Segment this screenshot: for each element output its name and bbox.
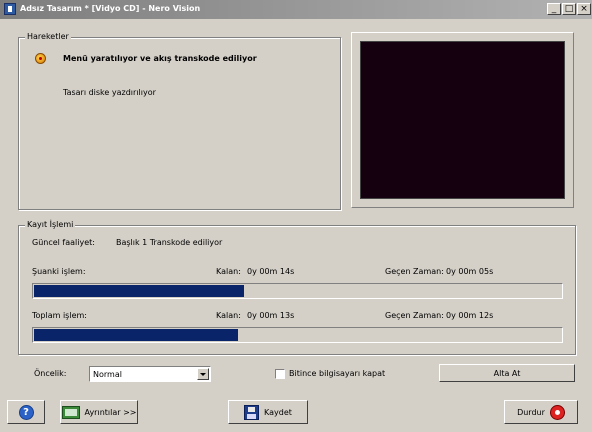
shutdown-checkbox[interactable]: [275, 369, 285, 379]
shutdown-label[interactable]: Bitince bilgisayarı kapat: [289, 369, 385, 378]
video-preview-screen: [360, 41, 565, 199]
current-activity-label: Güncel faaliyet:: [32, 238, 95, 247]
save-button-label: Kaydet: [264, 407, 292, 417]
details-icon: [61, 405, 80, 419]
floppy-disk-icon: [244, 404, 260, 420]
stop-button[interactable]: Durdur: [504, 400, 578, 424]
total-progress-fill: [34, 329, 239, 341]
total-progress-bar: [32, 327, 563, 343]
total-remaining-label: Kalan:: [216, 311, 241, 320]
in-progress-icon: [35, 53, 46, 64]
current-step-progress-fill: [34, 285, 244, 297]
help-button[interactable]: ?: [7, 400, 45, 424]
stop-icon: [549, 404, 565, 420]
details-button-label: Ayrıntılar >>: [84, 407, 137, 417]
record-process-legend: Kayıt İşlemi: [25, 220, 76, 229]
window-title: Adsız Tasarım * [Vidyo CD] - Nero Vision: [20, 4, 201, 13]
minimize-button[interactable]: _: [547, 3, 561, 15]
priority-label: Öncelik:: [34, 369, 67, 378]
total-elapsed-label: Geçen Zaman:: [385, 311, 444, 320]
details-button[interactable]: Ayrıntılar >>: [60, 400, 138, 424]
stop-button-label: Durdur: [517, 407, 545, 417]
current-step-progress-bar: [32, 283, 563, 299]
chevron-down-icon[interactable]: [197, 368, 209, 380]
close-button[interactable]: ×: [577, 3, 591, 15]
priority-value: Normal: [93, 370, 122, 379]
video-preview-frame: [351, 32, 574, 208]
sub-task-label: Tasarı diske yazdırılıyor: [63, 88, 156, 97]
current-activity-value: Başlık 1 Transkode ediliyor: [116, 238, 223, 247]
question-icon: ?: [18, 404, 34, 420]
minimize-to-tray-button[interactable]: Alta At: [439, 364, 575, 382]
total-label: Toplam işlem:: [32, 311, 87, 320]
total-elapsed-value: 0y 00m 12s: [446, 311, 494, 320]
current-task-label: Menü yaratılıyor ve akış transkode edili…: [63, 54, 257, 63]
current-step-label: Şuanki işlem:: [32, 267, 86, 276]
current-step-elapsed-value: 0y 00m 05s: [446, 267, 494, 276]
save-button[interactable]: Kaydet: [228, 400, 308, 424]
nero-vision-window: Adsız Tasarım * [Vidyo CD] - Nero Vision…: [0, 0, 592, 432]
total-remaining-value: 0y 00m 13s: [247, 311, 295, 320]
current-step-remaining-label: Kalan:: [216, 267, 241, 276]
maximize-button[interactable]: □: [562, 3, 576, 15]
current-step-remaining-value: 0y 00m 14s: [247, 267, 295, 276]
title-bar[interactable]: Adsız Tasarım * [Vidyo CD] - Nero Vision…: [0, 0, 592, 19]
current-step-elapsed-label: Geçen Zaman:: [385, 267, 444, 276]
activities-legend: Hareketler: [25, 32, 71, 41]
app-icon: [4, 3, 16, 15]
minimize-to-tray-label: Alta At: [493, 368, 521, 378]
priority-select[interactable]: Normal: [89, 366, 211, 382]
